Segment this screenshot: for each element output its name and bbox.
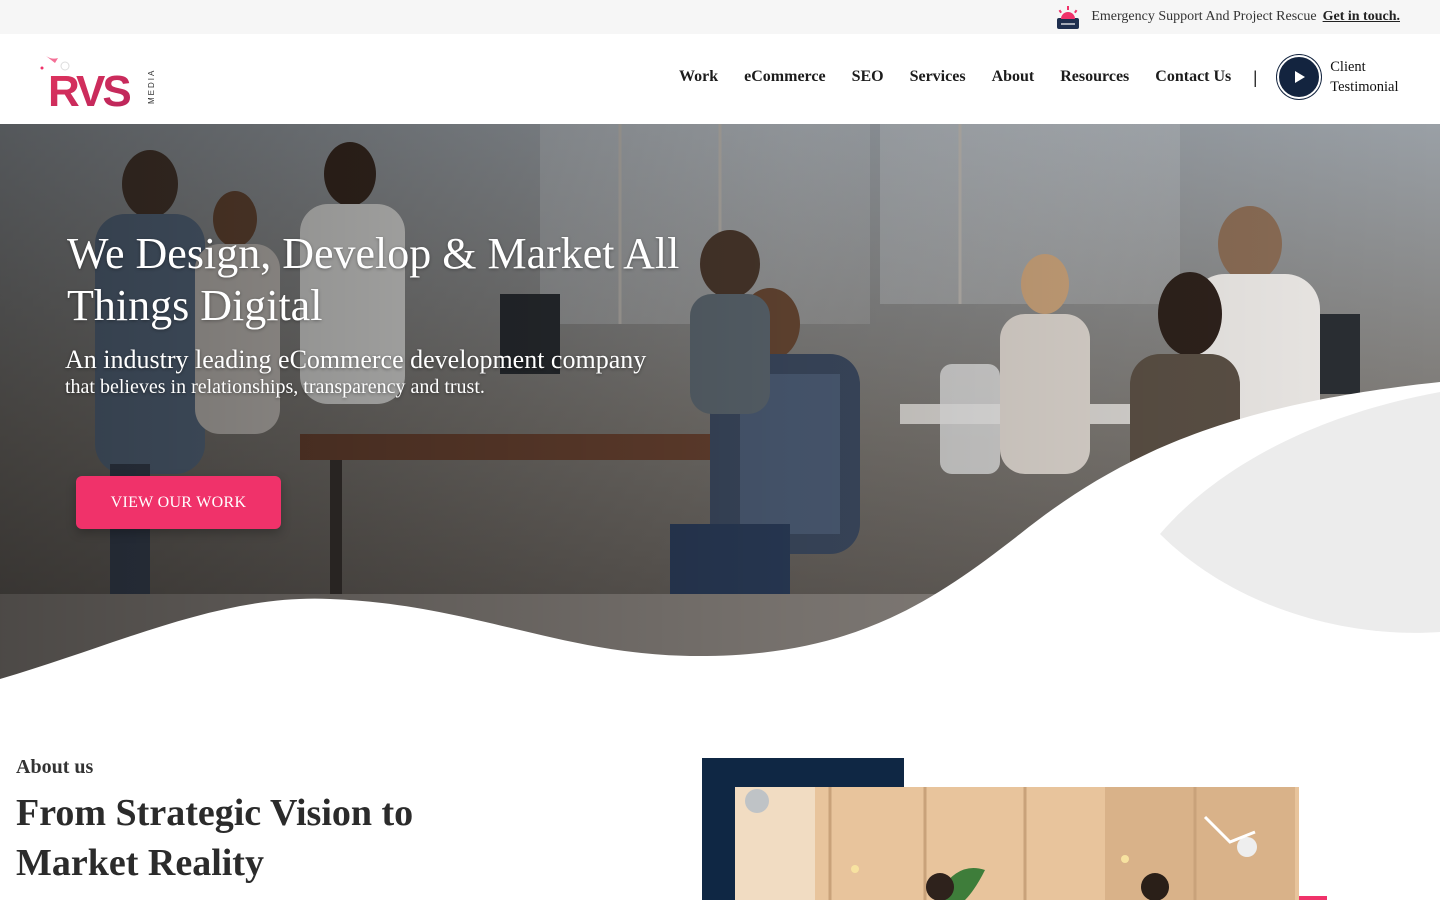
hero-subtitle-main: An industry leading eCommerce developmen…: [65, 345, 647, 374]
nav-item-ecommerce[interactable]: eCommerce: [744, 68, 825, 86]
svg-text:RVS: RVS: [48, 67, 130, 112]
about-eyebrow: About us: [16, 756, 94, 778]
hero-office-photo: [0, 124, 1440, 684]
hero-subtitle-tail: that believes in relationships, transpar…: [65, 376, 485, 398]
testimonial-label-line1: Client: [1330, 59, 1366, 75]
about-pink-accent: [1299, 896, 1327, 900]
testimonial-label: Client Testimonial: [1330, 57, 1400, 97]
get-in-touch-link[interactable]: Get in touch.: [1323, 9, 1400, 25]
nav-item-contact-us[interactable]: Contact Us: [1155, 68, 1231, 86]
about-title: From Strategic Vision to Market Reality: [16, 792, 414, 884]
hero-subtitle: An industry leading eCommerce developmen…: [65, 343, 665, 399]
testimonial-label-line2: Testimonial: [1330, 79, 1399, 95]
about-team-photo: [735, 787, 1299, 900]
alarm-siren-icon: [1055, 4, 1081, 30]
nav-item-work[interactable]: Work: [679, 68, 718, 86]
client-testimonial-button[interactable]: Client Testimonial: [1277, 55, 1400, 99]
site-header: RVS MEDIA Work eCommerce SEO Services Ab…: [0, 34, 1440, 124]
nav-item-about[interactable]: About: [992, 68, 1035, 86]
play-icon[interactable]: [1277, 55, 1322, 99]
hero-section: We Design, Develop & Market All Things D…: [0, 124, 1440, 684]
main-navigation: Work eCommerce SEO Services About Resour…: [679, 34, 1400, 120]
nav-separator: |: [1253, 66, 1258, 87]
top-announcement-bar: Emergency Support And Project Rescue Get…: [0, 0, 1440, 34]
svg-text:MEDIA: MEDIA: [147, 69, 156, 104]
nav-item-services[interactable]: Services: [910, 68, 966, 86]
rvs-media-logo[interactable]: RVS MEDIA: [38, 52, 162, 116]
view-our-work-button[interactable]: VIEW OUR WORK: [76, 476, 281, 529]
nav-item-resources[interactable]: Resources: [1060, 68, 1129, 86]
hero-title: We Design, Develop & Market All Things D…: [67, 229, 680, 330]
emergency-support-text: Emergency Support And Project Rescue: [1091, 9, 1317, 24]
nav-item-seo[interactable]: SEO: [852, 68, 884, 86]
